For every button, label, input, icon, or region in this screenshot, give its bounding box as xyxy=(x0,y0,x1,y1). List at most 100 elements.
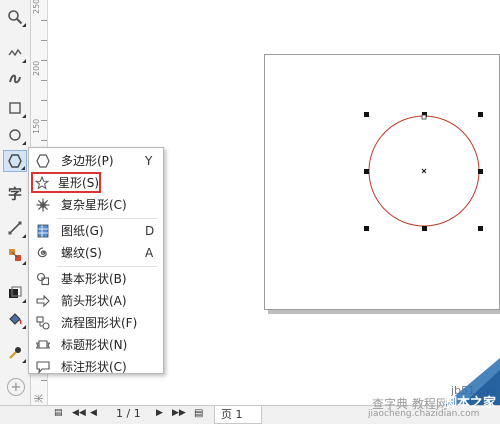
zoom-tool[interactable] xyxy=(3,6,27,28)
page-tab[interactable]: 页 1 xyxy=(214,406,262,424)
ruler-unit-label: 米 xyxy=(35,393,45,403)
menu-item-label: 流程图形状(F) xyxy=(61,316,138,330)
menu-item-star[interactable]: 星形(S) xyxy=(31,172,101,193)
ellipse-icon xyxy=(9,129,21,141)
add-page-icon[interactable]: ▤ xyxy=(194,408,203,419)
selection-handle[interactable] xyxy=(478,226,483,231)
artistic-media-tool[interactable] xyxy=(3,68,27,90)
node-handle[interactable] xyxy=(421,114,427,120)
selection-handle[interactable] xyxy=(364,112,369,117)
menu-separator xyxy=(57,218,157,219)
menu-item-label: 箭头形状(A) xyxy=(61,294,127,308)
flyout-indicator xyxy=(22,234,26,238)
polygon-flyout-menu: 多边形(P) Y 星形(S) 复杂星形(C) 图纸(G) D 螺纹(S) A 基… xyxy=(28,147,164,374)
flyout-indicator xyxy=(22,114,26,118)
page-options-icon[interactable]: ▤ xyxy=(54,408,63,418)
flyout-indicator xyxy=(22,299,26,303)
menu-item-shortcut: A xyxy=(145,245,154,260)
flyout-indicator xyxy=(22,325,26,329)
menu-item-label: 标注形状(C) xyxy=(61,360,127,374)
spiral-icon xyxy=(34,244,52,262)
menu-item-spiral[interactable]: 螺纹(S) A xyxy=(31,242,161,263)
fill-tool[interactable] xyxy=(3,308,27,330)
selected-circle[interactable] xyxy=(360,108,496,236)
star-icon xyxy=(34,174,49,192)
connector-tool[interactable] xyxy=(3,217,27,239)
menu-item-label: 多边形(P) xyxy=(61,154,114,168)
rectangle-tool[interactable] xyxy=(3,97,27,119)
connector-icon xyxy=(8,221,22,235)
ellipse-tool[interactable] xyxy=(3,124,27,146)
flyout-indicator xyxy=(22,359,26,363)
selection-handle[interactable] xyxy=(478,112,483,117)
first-page-icon[interactable]: ◀◀ xyxy=(72,408,86,418)
menu-item-graph-paper[interactable]: 图纸(G) D xyxy=(31,220,161,241)
flyout-indicator xyxy=(22,23,26,27)
flyout-indicator xyxy=(21,166,25,170)
menu-item-label: 基本形状(B) xyxy=(61,272,127,286)
menu-item-polygon[interactable]: 多边形(P) Y xyxy=(31,150,161,171)
menu-item-callout-shapes[interactable]: 标注形状(C) xyxy=(31,356,161,377)
previous-page-icon[interactable]: ◀ xyxy=(90,408,97,418)
add-tool-button[interactable]: + xyxy=(7,378,25,396)
plus-icon: + xyxy=(10,379,22,395)
callout-shapes-icon xyxy=(34,358,52,376)
ruler-tick xyxy=(41,20,47,21)
flyout-indicator xyxy=(22,261,26,265)
eyedropper-icon xyxy=(9,347,21,359)
rectangle-icon xyxy=(9,102,21,114)
menu-item-complex-star[interactable]: 复杂星形(C) xyxy=(31,194,161,215)
blend-icon xyxy=(9,249,21,261)
artistic-media-icon xyxy=(9,74,21,84)
toolbox: 字 + xyxy=(0,0,31,405)
ruler-label: 250 xyxy=(32,0,41,14)
menu-item-label: 复杂星形(C) xyxy=(61,198,127,212)
text-tool[interactable]: 字 xyxy=(3,183,27,205)
ruler-label: 150 xyxy=(32,118,41,134)
magnifier-icon xyxy=(8,10,23,25)
freehand-icon xyxy=(8,48,22,57)
menu-item-basic-shapes[interactable]: 基本形状(B) xyxy=(31,268,161,289)
selection-handle[interactable] xyxy=(422,226,427,231)
basic-shapes-icon xyxy=(34,270,52,288)
banner-shapes-icon xyxy=(34,336,52,354)
next-page-icon[interactable]: ▶ xyxy=(156,408,163,418)
polygon-tool[interactable] xyxy=(3,150,27,172)
page-tab-label: 页 1 xyxy=(221,408,243,421)
ruler-tick xyxy=(41,140,47,141)
flowchart-shapes-icon xyxy=(34,314,52,332)
ruler-tick xyxy=(41,120,47,121)
menu-item-arrow-shapes[interactable]: 箭头形状(A) xyxy=(31,290,161,311)
complex-star-icon xyxy=(34,196,52,214)
menu-item-shortcut: D xyxy=(145,223,155,238)
ruler-tick xyxy=(41,100,47,101)
flyout-indicator xyxy=(22,59,26,63)
selection-handle[interactable] xyxy=(478,169,483,174)
ruler-tick xyxy=(41,380,47,381)
menu-item-shortcut: Y xyxy=(145,153,153,168)
fill-bucket-icon xyxy=(9,313,22,325)
menu-item-label: 螺纹(S) xyxy=(61,246,102,260)
selection-handle[interactable] xyxy=(364,226,369,231)
last-page-icon[interactable]: ▶▶ xyxy=(172,408,186,418)
ruler-tick xyxy=(41,40,47,41)
page-counter: 1 / 1 xyxy=(116,407,141,420)
text-tool-label: 字 xyxy=(8,187,22,203)
menu-item-banner-shapes[interactable]: 标题形状(N) xyxy=(31,334,161,355)
ruler-tick xyxy=(41,80,47,81)
transparency-tool[interactable] xyxy=(3,282,27,304)
menu-item-label: 图纸(G) xyxy=(61,224,104,238)
eyedropper-tool[interactable] xyxy=(3,342,27,364)
blend-tool[interactable] xyxy=(3,244,27,266)
menu-item-flowchart-shapes[interactable]: 流程图形状(F) xyxy=(31,312,161,333)
freehand-tool[interactable] xyxy=(3,42,27,64)
center-marker xyxy=(421,168,427,174)
ruler-label: 200 xyxy=(32,60,41,76)
selection-handle[interactable] xyxy=(364,169,369,174)
flyout-indicator xyxy=(22,141,26,145)
menu-separator xyxy=(57,266,157,267)
menu-item-label: 星形(S) xyxy=(58,176,99,190)
menu-item-label: 标题形状(N) xyxy=(61,338,128,352)
arrow-shapes-icon xyxy=(34,292,52,310)
polygon-icon xyxy=(34,152,52,170)
